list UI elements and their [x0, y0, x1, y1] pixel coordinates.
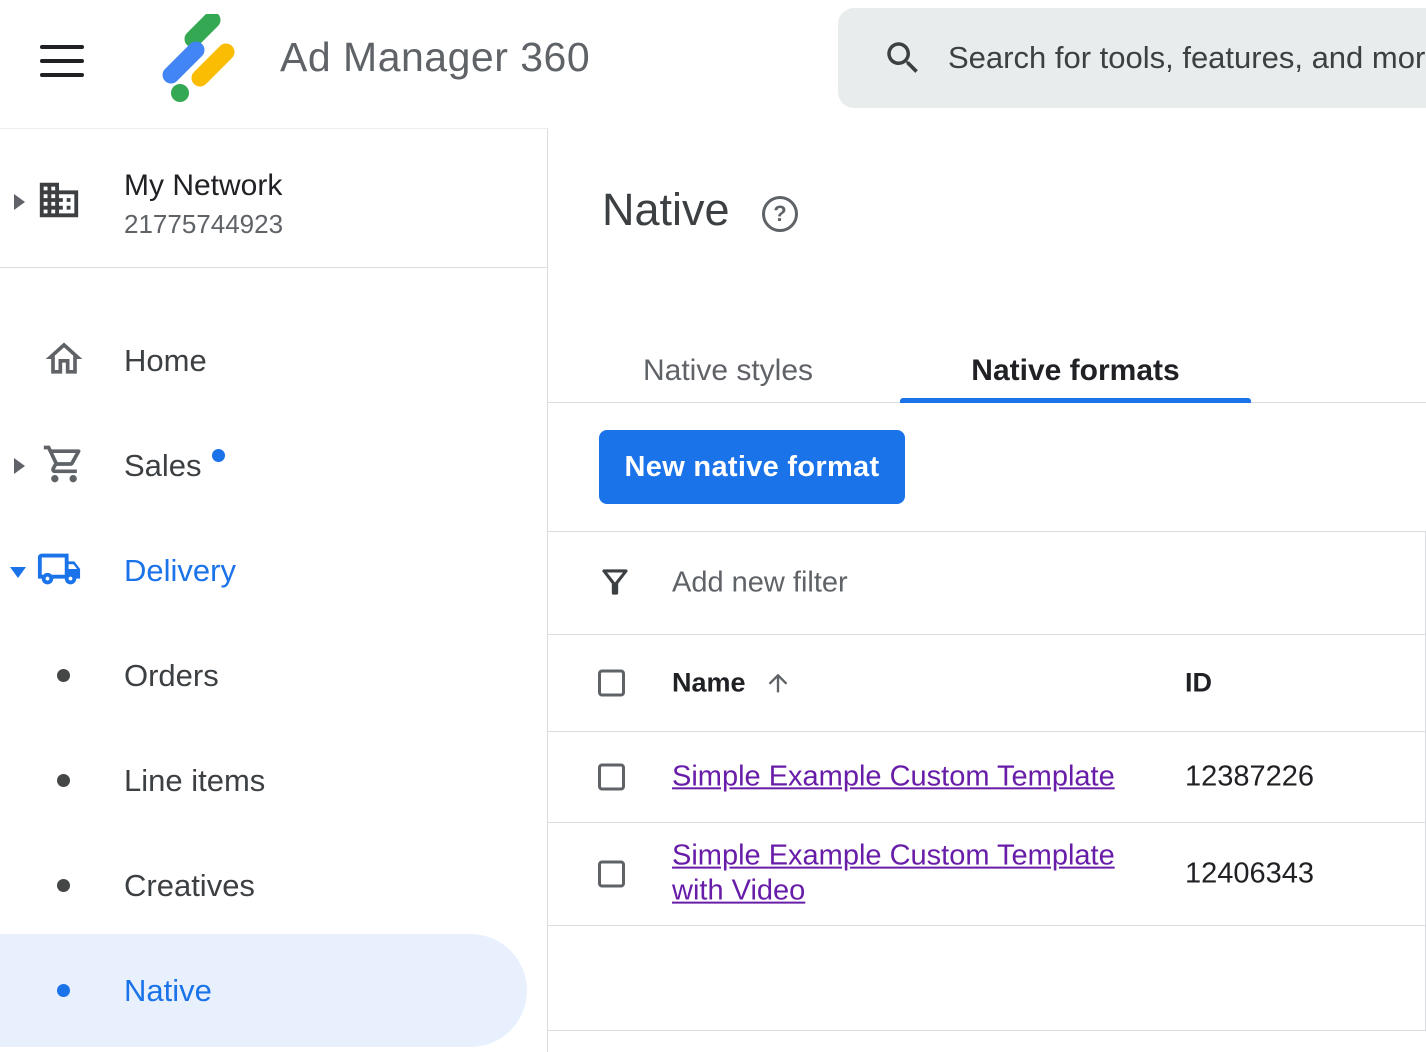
table-row: Simple Example Custom Template with Vide…: [548, 823, 1425, 926]
page-title: Native: [602, 184, 730, 236]
cart-icon: [42, 442, 86, 486]
search-input[interactable]: [948, 40, 1426, 76]
tab-native-styles[interactable]: Native styles: [588, 339, 868, 402]
sidebar-item-label: Line items: [124, 763, 265, 799]
sidebar-item-native[interactable]: Native: [0, 938, 547, 1043]
app-title: Ad Manager 360: [280, 34, 590, 81]
row-checkbox[interactable]: [598, 764, 625, 791]
sidebar-item-line-items[interactable]: Line items: [0, 728, 547, 833]
network-selector[interactable]: My Network 21775744923: [0, 129, 547, 268]
sales-notification-dot: [212, 449, 225, 462]
menu-icon[interactable]: [40, 45, 86, 77]
sidebar: My Network 21775744923 Home Sales: [0, 128, 548, 1052]
tab-bar: Native styles Native formats: [548, 339, 1426, 403]
menu-bar: [40, 59, 84, 63]
select-all-checkbox[interactable]: [598, 670, 625, 697]
top-bar: Ad Manager 360: [0, 0, 1426, 128]
expand-network-icon[interactable]: [14, 194, 25, 210]
sidebar-nav: Home Sales Delivery Orders: [0, 268, 547, 1043]
table-row: Simple Example Custom Template 12387226: [548, 732, 1425, 823]
sidebar-item-label: Sales: [124, 448, 202, 484]
network-id: 21775744923: [124, 209, 283, 240]
sidebar-item-label: Orders: [124, 658, 219, 694]
sidebar-item-label: Home: [124, 343, 207, 379]
search-bar[interactable]: [838, 8, 1426, 108]
building-icon: [36, 177, 82, 223]
sidebar-item-label: Native: [124, 973, 212, 1009]
native-format-id: 12387226: [1185, 761, 1314, 794]
sidebar-item-home[interactable]: Home: [0, 308, 547, 413]
sidebar-item-sales[interactable]: Sales: [0, 413, 547, 518]
tab-native-formats[interactable]: Native formats: [900, 339, 1251, 402]
table-empty-space: [548, 926, 1425, 1030]
column-header-id[interactable]: ID: [1185, 668, 1212, 699]
row-checkbox[interactable]: [598, 861, 625, 888]
expand-sales-icon[interactable]: [14, 458, 25, 474]
column-header-name[interactable]: Name: [672, 668, 746, 699]
native-format-id: 12406343: [1185, 858, 1314, 891]
new-native-format-button[interactable]: New native format: [599, 430, 905, 504]
filter-funnel-icon: [596, 563, 634, 601]
home-icon: [42, 337, 86, 381]
menu-bar: [40, 45, 84, 49]
ad-manager-logo-icon: [146, 14, 242, 110]
native-format-link[interactable]: Simple Example Custom Template with Vide…: [672, 839, 1150, 910]
bullet-icon: [57, 879, 70, 892]
add-filter-label[interactable]: Add new filter: [672, 567, 848, 600]
main-content: Native ? Native styles Native formats Ne…: [548, 128, 1426, 1052]
collapse-delivery-icon[interactable]: [10, 567, 26, 578]
table-header-row: Name ID: [548, 635, 1425, 732]
sidebar-item-delivery[interactable]: Delivery: [0, 518, 547, 623]
sort-ascending-icon[interactable]: [764, 669, 792, 697]
sidebar-item-creatives[interactable]: Creatives: [0, 833, 547, 938]
menu-bar: [40, 73, 84, 77]
help-icon[interactable]: ?: [762, 196, 798, 232]
bullet-icon: [57, 984, 70, 997]
network-name: My Network: [124, 169, 282, 203]
sidebar-item-orders[interactable]: Orders: [0, 623, 547, 728]
native-formats-table: Add new filter Name ID Simple Example Cu…: [548, 531, 1426, 1031]
truck-icon: [36, 546, 82, 592]
search-icon: [882, 37, 924, 79]
sidebar-item-label: Delivery: [124, 553, 236, 589]
bullet-icon: [57, 669, 70, 682]
filter-bar[interactable]: Add new filter: [548, 532, 1425, 635]
bullet-icon: [57, 774, 70, 787]
sidebar-item-label: Creatives: [124, 868, 255, 904]
native-format-link[interactable]: Simple Example Custom Template: [672, 759, 1115, 794]
